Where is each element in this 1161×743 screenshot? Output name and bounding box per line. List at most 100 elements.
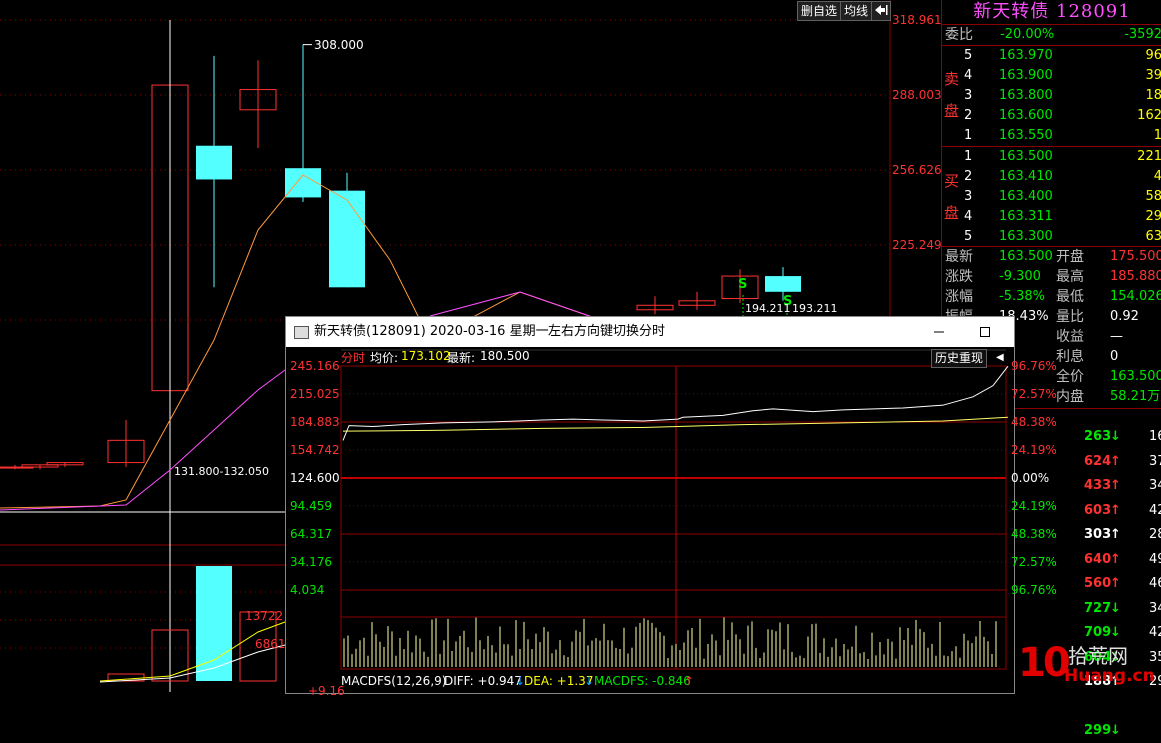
tick-extra: 34 — [1149, 478, 1161, 493]
tick-volume: 624 — [1084, 453, 1112, 469]
buy-price: 163.311 — [999, 209, 1053, 224]
sell-level-row: 5 163.970 96 — [942, 46, 1161, 66]
tick-volume: 727 — [1084, 600, 1112, 616]
candle-body-down — [329, 190, 365, 288]
stat-value: 175.500 — [1110, 249, 1161, 264]
buy-volume: 63 — [1145, 229, 1161, 244]
buy-price: 163.400 — [999, 189, 1053, 204]
latest-label: 最新: — [447, 351, 476, 365]
intraday-popup-window[interactable]: 新天转债(128091) 2020-03-16 星期一 左右方向键切换分时 分时… — [285, 316, 1057, 698]
history-replay-button[interactable]: 历史重现 — [931, 349, 988, 368]
stat-value: 0.92 — [1110, 309, 1139, 324]
chart-frame — [340, 365, 1007, 670]
stat-value: 58.21万 — [1110, 389, 1161, 404]
sell-volume: 1 — [1153, 128, 1161, 143]
close-button[interactable] — [1008, 317, 1014, 347]
stat-label: 涨幅 — [945, 289, 973, 305]
tick-direction-icon: ↓ — [1110, 723, 1121, 738]
tick-direction-icon: ↑ — [1110, 453, 1121, 469]
price-axis-label: 34.176 — [290, 555, 332, 569]
buy-level-row: 1 163.500 221 — [942, 147, 1161, 167]
weibi-diff: -3592 — [1124, 27, 1161, 42]
stat-label: 内盘 — [1056, 389, 1084, 405]
stat-value: — — [1110, 329, 1123, 344]
stat-value: 185.880 — [1110, 269, 1161, 284]
minimize-button[interactable] — [916, 317, 962, 347]
tick-volume: 560 — [1084, 576, 1112, 591]
level-number: 4 — [964, 209, 973, 224]
tick-extra: 46 — [1149, 576, 1161, 591]
tick-direction-icon: ↓ — [1110, 600, 1121, 616]
tick-volume: 263 — [1084, 429, 1112, 444]
percent-axis-label: 24.19% — [1011, 443, 1057, 457]
tick-direction-icon: ↑ — [1110, 502, 1121, 518]
price-axis-label: 288.003 — [892, 88, 942, 102]
crosshair-range-label: 131.800-132.050 — [174, 465, 269, 478]
price-axis-label: 94.459 — [290, 499, 332, 513]
popup-title: 新天转债(128091) 2020-03-16 星期一 — [314, 324, 549, 339]
buy-volume: 4 — [1153, 169, 1161, 184]
tick-row: 299 ↓ — [942, 719, 1161, 743]
stat-row: 最新 163.500 开盘 175.500 — [942, 247, 1161, 267]
candle-body-down — [765, 276, 801, 292]
stat-label: 最低 — [1056, 289, 1084, 305]
stat-label: 开盘 — [1056, 249, 1084, 265]
buy-price: 163.410 — [999, 169, 1053, 184]
candle-body-down — [196, 145, 232, 180]
percent-axis-label: 24.19% — [1011, 499, 1057, 513]
tick-extra: 16 — [1149, 429, 1161, 444]
sell-level-row: 1 163.550 1 — [942, 126, 1161, 146]
percent-axis-label: 96.76% — [1011, 359, 1057, 373]
tick-extra: 28 — [1149, 527, 1161, 542]
tick-direction-icon: ↑ — [1110, 551, 1121, 567]
percent-axis-label: 48.38% — [1011, 415, 1057, 429]
peak-price-label: 308.000 — [314, 38, 364, 52]
price-axis-label: 154.742 — [290, 443, 340, 457]
buy-level-row: 5 163.300 63 — [942, 227, 1161, 247]
candle-body-down — [285, 168, 321, 198]
price-axis-label: 124.600 — [290, 471, 340, 485]
sell-volume: 39 — [1145, 68, 1161, 83]
stat-row: 涨跌 -9.300 最高 185.880 — [942, 267, 1161, 287]
tick-volume: 303 — [1084, 527, 1112, 542]
tick-direction-icon: ↓ — [1110, 429, 1121, 444]
buy-level-row: 2 163.410 4 — [942, 167, 1161, 187]
intraday-chart[interactable] — [286, 347, 1014, 693]
buy-volume: 29 — [1145, 209, 1161, 224]
sell-price: 163.970 — [999, 48, 1053, 63]
sell-level-row: 2 163.600 162 — [942, 106, 1161, 126]
percent-axis-label: 48.38% — [1011, 527, 1057, 541]
level-number: 2 — [964, 108, 973, 123]
volume-axis-label: 6861 — [255, 637, 286, 651]
tick-extra: 42 — [1149, 502, 1161, 518]
macd-axis-value: +9.16 — [308, 684, 345, 698]
collapse-arrow-icon[interactable]: ◀ — [996, 352, 1004, 363]
avg-label: 均价: — [370, 351, 399, 365]
macd-macdfs: MACDFS: -0.846 — [594, 674, 691, 688]
tick-row — [942, 695, 1161, 719]
annotation-label: 194.211 — [745, 302, 791, 315]
sell-price: 163.900 — [999, 68, 1053, 83]
stat-label: 最高 — [1056, 269, 1084, 285]
buy-price: 163.300 — [999, 229, 1053, 244]
sell-level-row: 3 163.800 18 — [942, 86, 1161, 106]
tick-volume: 603 — [1084, 502, 1112, 518]
level-number: 2 — [964, 169, 973, 184]
popup-title-bar[interactable]: 新天转债(128091) 2020-03-16 星期一 左右方向键切换分时 — [286, 317, 1014, 347]
weibi-row: 委比 -20.00% -3592 — [942, 25, 1161, 45]
macd-name: MACDFS(12,26,9) — [341, 674, 447, 688]
sell-volume: 162 — [1137, 108, 1161, 123]
tick-volume: 640 — [1084, 551, 1112, 567]
tick-extra: 37 — [1149, 453, 1161, 469]
macd-diff: DIFF: +0.947 — [444, 674, 522, 688]
level-number: 1 — [964, 128, 973, 143]
percent-axis-label: 72.57% — [1011, 555, 1057, 569]
exit-arrow-icon[interactable] — [871, 1, 891, 21]
maximize-button[interactable] — [962, 317, 1008, 347]
intraday-header-label: 分时 — [341, 351, 366, 365]
weibi-value: -20.00% — [1000, 27, 1055, 42]
sell-price: 163.550 — [999, 128, 1053, 143]
price-axis-label: 184.883 — [290, 415, 340, 429]
logo-text: 拾荒网 — [1068, 644, 1128, 668]
volume-ma-line — [99, 621, 286, 682]
